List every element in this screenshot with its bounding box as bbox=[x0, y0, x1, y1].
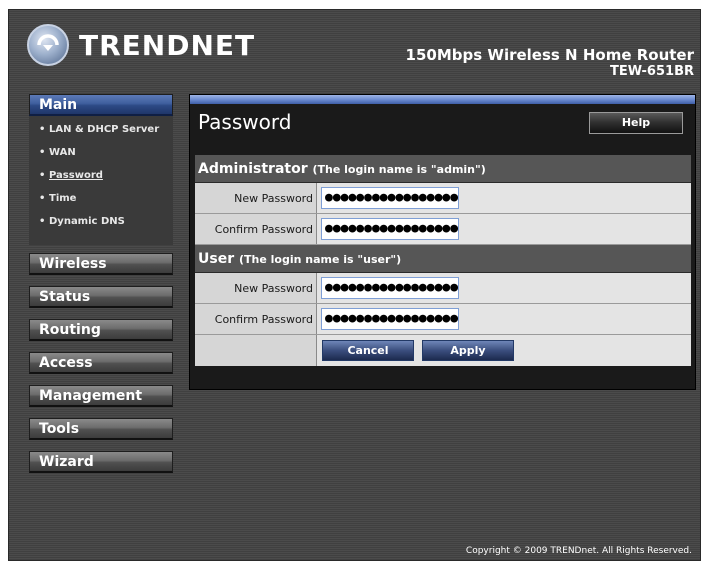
password-form: Administrator (The login name is "admin"… bbox=[195, 155, 691, 366]
submenu-label: LAN & DHCP Server bbox=[49, 124, 160, 135]
submenu-wan[interactable]: • WAN bbox=[39, 145, 173, 168]
admin-login-note: (The login name is "admin") bbox=[312, 163, 486, 176]
help-button[interactable]: Help bbox=[589, 112, 683, 134]
bullet-icon: • bbox=[39, 147, 46, 158]
user-section-heading: User (The login name is "user") bbox=[195, 245, 691, 273]
user-new-password-label: New Password bbox=[195, 273, 317, 303]
admin-section-heading: Administrator (The login name is "admin"… bbox=[195, 155, 691, 183]
user-new-password-row: New Password ●●●●●●●●●●●●●●●●● bbox=[195, 273, 691, 304]
nav-access[interactable]: Access bbox=[29, 352, 173, 374]
submenu-lan-dhcp-server[interactable]: • LAN & DHCP Server bbox=[39, 122, 173, 145]
submenu-label: Dynamic DNS bbox=[49, 216, 125, 227]
trendnet-logo: TRENDNET bbox=[27, 24, 255, 66]
nav-routing[interactable]: Routing bbox=[29, 319, 173, 341]
user-login-note: (The login name is "user") bbox=[238, 253, 402, 266]
submenu-time[interactable]: • Time bbox=[39, 191, 173, 214]
cancel-button[interactable]: Cancel bbox=[322, 340, 414, 361]
submenu-label: Password bbox=[49, 170, 103, 181]
form-actions-row: Cancel Apply bbox=[195, 335, 691, 366]
nav-wizard[interactable]: Wizard bbox=[29, 451, 173, 473]
password-panel: Password Help Administrator (The login n… bbox=[189, 94, 696, 390]
admin-confirm-password-input[interactable]: ●●●●●●●●●●●●●●●●● bbox=[321, 218, 459, 240]
nav-management[interactable]: Management bbox=[29, 385, 173, 407]
apply-button[interactable]: Apply bbox=[422, 340, 514, 361]
model-title: 150Mbps Wireless N Home Router TEW-651BR bbox=[406, 46, 694, 79]
bullet-icon: • bbox=[39, 124, 46, 135]
admin-confirm-password-label: Confirm Password bbox=[195, 214, 317, 244]
admin-confirm-password-row: Confirm Password ●●●●●●●●●●●●●●●●● bbox=[195, 214, 691, 245]
brand-name: TRENDNET bbox=[79, 28, 256, 62]
submenu-dynamic-dns[interactable]: • Dynamic DNS bbox=[39, 214, 173, 237]
user-confirm-password-input[interactable]: ●●●●●●●●●●●●●●●●● bbox=[321, 308, 459, 330]
model-number: TEW-651BR bbox=[610, 64, 694, 79]
panel-accent-bar bbox=[190, 95, 695, 104]
nav-main[interactable]: Main bbox=[29, 94, 173, 116]
product-line: 150Mbps Wireless N Home Router bbox=[405, 46, 694, 64]
submenu-label: WAN bbox=[49, 147, 76, 158]
copyright-notice: Copyright © 2009 TRENDnet. All Rights Re… bbox=[465, 546, 692, 556]
admin-new-password-row: New Password ●●●●●●●●●●●●●●●●● bbox=[195, 183, 691, 214]
user-confirm-password-label: Confirm Password bbox=[195, 304, 317, 334]
nav-wireless[interactable]: Wireless bbox=[29, 253, 173, 275]
submenu-label: Time bbox=[49, 193, 77, 204]
nav-tools[interactable]: Tools bbox=[29, 418, 173, 440]
bullet-icon: • bbox=[39, 216, 46, 227]
admin-new-password-label: New Password bbox=[195, 183, 317, 213]
user-confirm-password-row: Confirm Password ●●●●●●●●●●●●●●●●● bbox=[195, 304, 691, 335]
bullet-icon: • bbox=[39, 170, 46, 181]
main-submenu: • LAN & DHCP Server • WAN • Password • Time … bbox=[29, 116, 173, 245]
user-new-password-input[interactable]: ●●●●●●●●●●●●●●●●● bbox=[321, 277, 459, 299]
nav-status[interactable]: Status bbox=[29, 286, 173, 308]
sidebar-nav: Main • LAN & DHCP Server • WAN • Password •… bbox=[29, 94, 173, 484]
admin-new-password-input[interactable]: ●●●●●●●●●●●●●●●●● bbox=[321, 187, 459, 209]
user-heading: User bbox=[198, 251, 235, 267]
bullet-icon: • bbox=[39, 193, 46, 204]
trendnet-logo-icon bbox=[27, 24, 69, 66]
admin-heading: Administrator bbox=[198, 161, 308, 177]
page-title: Password bbox=[198, 110, 292, 134]
router-admin-window: TRENDNET 150Mbps Wireless N Home Router … bbox=[8, 9, 701, 561]
submenu-password[interactable]: • Password bbox=[39, 168, 173, 191]
empty-label-cell bbox=[195, 335, 317, 366]
